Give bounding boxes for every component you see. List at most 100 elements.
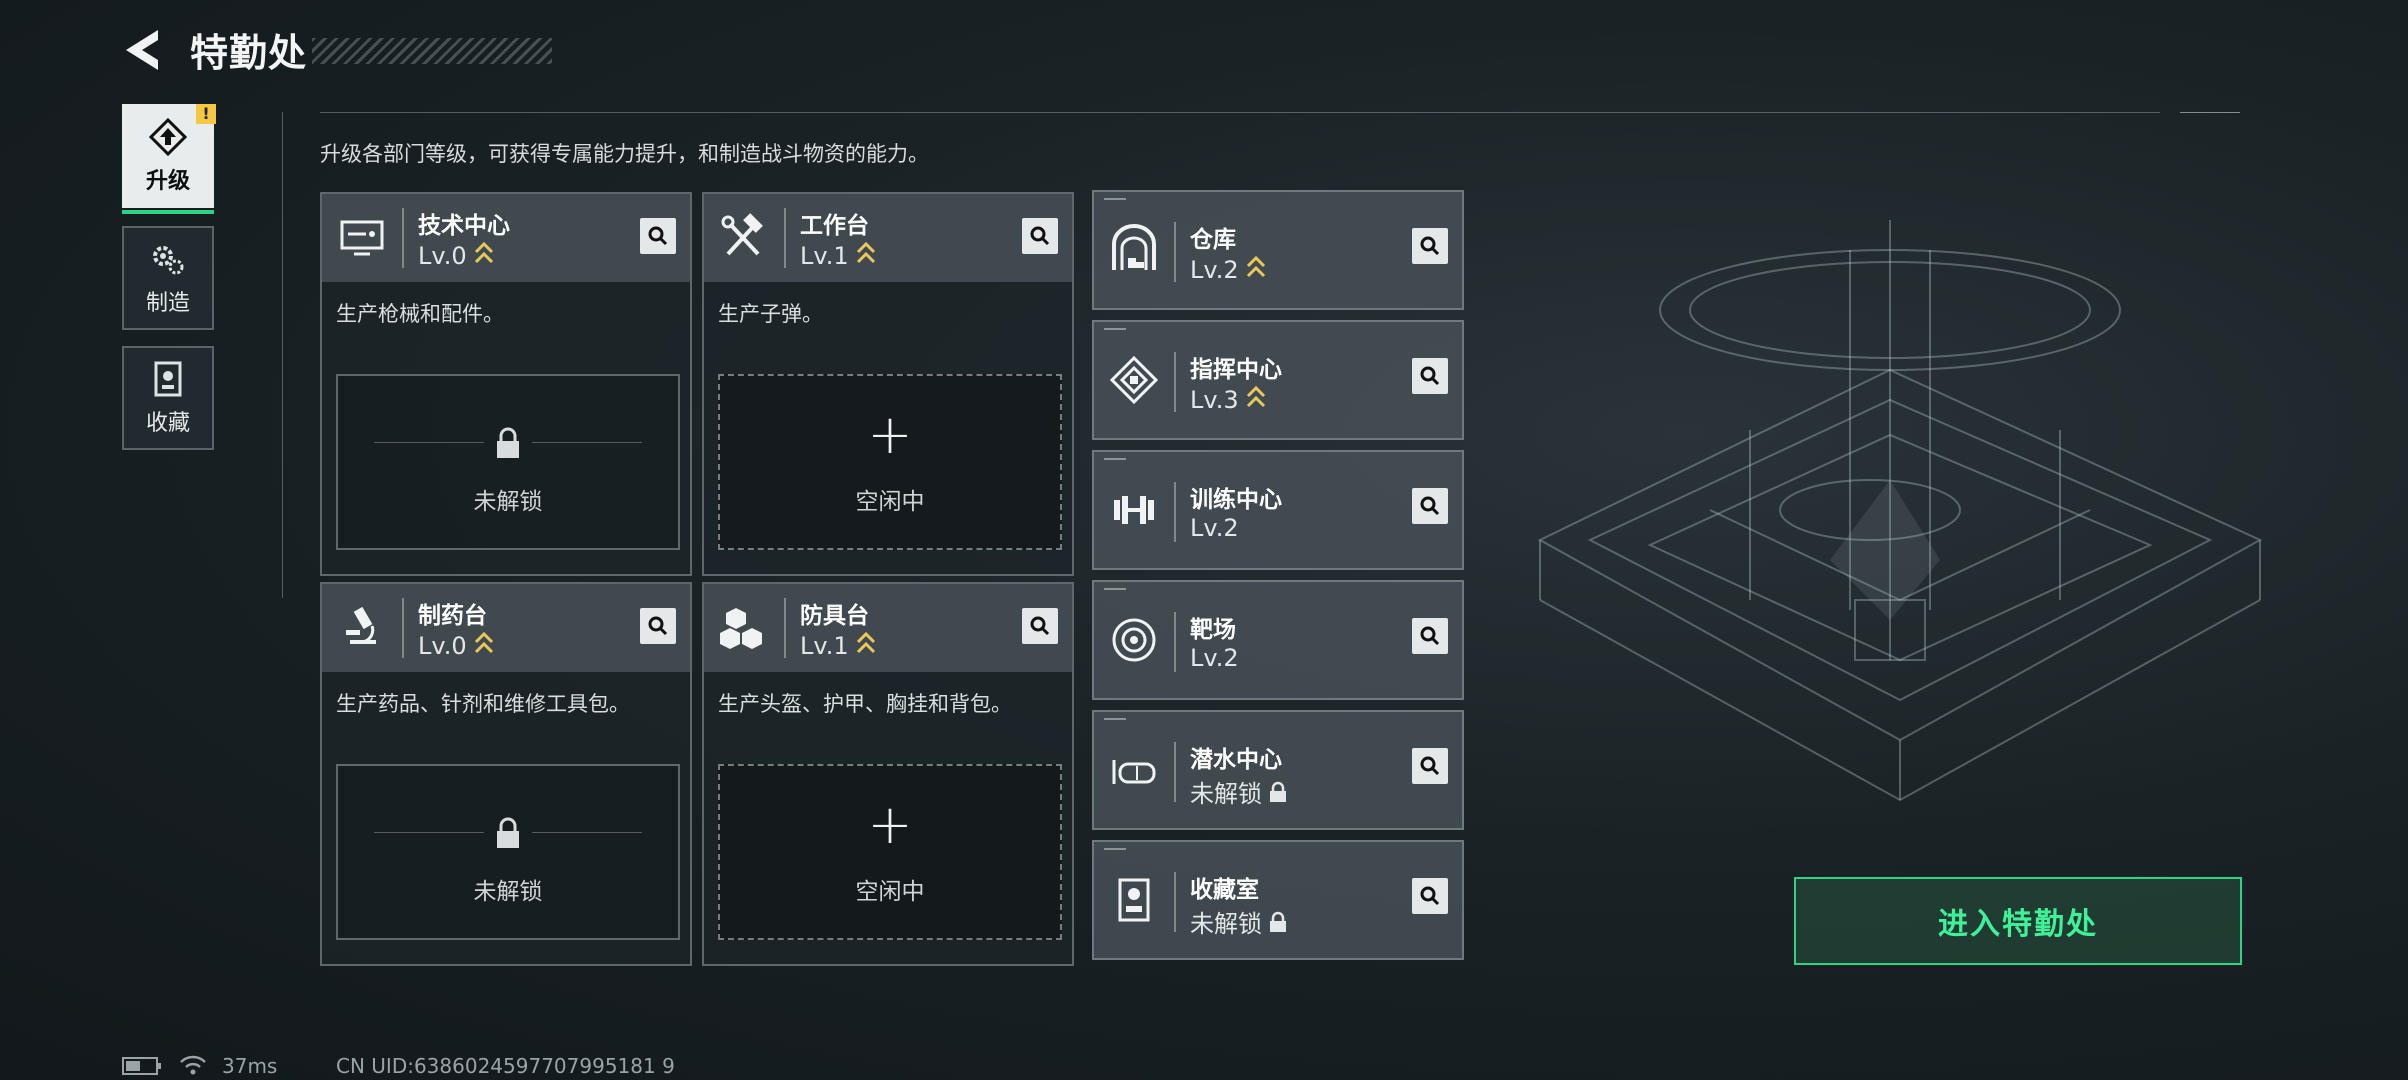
search-icon xyxy=(1420,756,1440,776)
plus-icon: + xyxy=(867,793,913,856)
search-icon xyxy=(1420,886,1440,906)
facility-name: 训练中心 xyxy=(1190,487,1282,513)
search-icon xyxy=(1420,366,1440,386)
top-divider xyxy=(320,112,2160,113)
nav-collection-label: 收藏 xyxy=(145,411,190,436)
facility-level: Lv.2 xyxy=(1190,644,1239,672)
production-slot-idle[interactable]: + 空闲中 xyxy=(718,374,1062,550)
card-workbench[interactable]: 工作台 Lv.1 生产子弹。 + 空闲中 xyxy=(702,192,1074,576)
title-decoration xyxy=(312,38,552,64)
card-level: Lv.1 xyxy=(800,632,849,660)
enter-special-ops-button[interactable]: 进入特勤处 xyxy=(1794,877,2242,965)
page-description: 升级各部门等级，可获得专属能力提升，和制造战斗物资的能力。 xyxy=(320,142,929,166)
level-up-chevron-icon xyxy=(856,241,875,264)
lock-icon xyxy=(497,817,519,848)
card-name: 防具台 xyxy=(800,603,869,629)
inspect-button[interactable] xyxy=(1022,608,1058,644)
level-up-chevron-icon xyxy=(474,631,493,654)
battery-icon xyxy=(122,1057,161,1075)
monitor-icon xyxy=(340,220,384,256)
inspect-button[interactable] xyxy=(1412,488,1448,524)
card-description: 生产药品、针剂和维修工具包。 xyxy=(336,692,630,716)
inspect-button[interactable] xyxy=(1412,748,1448,784)
card-pharmacy[interactable]: 制药台 Lv.0 生产药品、针剂和维修工具包。 未解锁 xyxy=(320,582,692,966)
inspect-button[interactable] xyxy=(1412,228,1448,264)
facility-level: Lv.2 xyxy=(1190,514,1239,542)
inspect-button[interactable] xyxy=(640,608,676,644)
facility-name: 靶场 xyxy=(1190,617,1236,643)
level-up-chevron-icon xyxy=(1246,385,1265,408)
level-up-chevron-icon xyxy=(1246,255,1265,278)
card-level: Lv.1 xyxy=(800,242,849,270)
command-icon xyxy=(1109,355,1159,405)
ping-readout: 37ms xyxy=(222,1054,278,1078)
slot-status: 空闲中 xyxy=(855,489,925,515)
nav-upgrade-label: 升级 xyxy=(145,169,190,194)
slot-status: 空闲中 xyxy=(855,879,925,905)
facility-shooting-range[interactable]: 靶场 Lv.2 xyxy=(1092,580,1464,700)
cubes-icon xyxy=(720,608,762,649)
microscope-icon xyxy=(346,606,376,644)
card-level: Lv.0 xyxy=(418,242,467,270)
facility-level: 未解锁 xyxy=(1190,910,1262,938)
nav-craft-label: 制造 xyxy=(145,291,190,316)
nav-collection[interactable]: 收藏 xyxy=(122,346,214,450)
search-icon xyxy=(1420,236,1440,256)
card-level: Lv.0 xyxy=(418,632,467,660)
diving-mask-icon xyxy=(1112,760,1156,784)
facility-level: Lv.3 xyxy=(1190,386,1239,414)
upgrade-icon xyxy=(148,117,188,157)
inspect-button[interactable] xyxy=(640,218,676,254)
inspect-button[interactable] xyxy=(1022,218,1058,254)
inspect-button[interactable] xyxy=(1412,358,1448,394)
card-name: 工作台 xyxy=(800,213,869,239)
nav-upgrade[interactable]: ! 升级 xyxy=(122,104,216,214)
special-ops-base-model xyxy=(1537,220,2263,802)
level-up-chevron-icon xyxy=(856,631,875,654)
inspect-button[interactable] xyxy=(1412,878,1448,914)
card-description: 生产子弹。 xyxy=(718,302,823,326)
warehouse-icon xyxy=(1112,224,1156,270)
left-divider xyxy=(282,112,283,598)
card-description: 生产头盔、护甲、胸挂和背包。 xyxy=(718,692,1012,716)
card-tech-center[interactable]: 技术中心 Lv.0 生产枪械和配件。 未解锁 xyxy=(320,192,692,576)
facility-level: Lv.2 xyxy=(1190,256,1239,284)
facility-name: 收藏室 xyxy=(1190,877,1259,903)
facility-warehouse[interactable]: 仓库 Lv.2 xyxy=(1092,190,1464,310)
gears-icon xyxy=(153,246,184,275)
nav-craft[interactable]: 制造 xyxy=(122,226,214,330)
facility-name: 指挥中心 xyxy=(1190,357,1282,383)
search-icon xyxy=(648,616,668,636)
back-arrow-icon[interactable] xyxy=(118,24,170,76)
hammer-wrench-icon xyxy=(721,213,763,256)
top-divider-accent xyxy=(2180,112,2240,113)
search-icon xyxy=(1420,496,1440,516)
display-case-icon xyxy=(1118,878,1150,922)
search-icon xyxy=(1030,616,1050,636)
facility-name: 仓库 xyxy=(1190,227,1236,253)
search-icon xyxy=(648,226,668,246)
production-slot-idle[interactable]: + 空闲中 xyxy=(718,764,1062,940)
production-slot-locked: 未解锁 xyxy=(336,374,680,550)
warning-badge: ! xyxy=(196,104,216,124)
card-name: 技术中心 xyxy=(418,213,510,239)
facility-training-center[interactable]: 训练中心 Lv.2 xyxy=(1092,450,1464,570)
facility-collection-room[interactable]: 收藏室 未解锁 xyxy=(1092,840,1464,960)
search-icon xyxy=(1030,226,1050,246)
page-title: 特勤处 xyxy=(190,31,308,75)
facility-name: 潜水中心 xyxy=(1190,747,1282,773)
dumbbell-icon xyxy=(1114,496,1154,524)
card-armor-bench[interactable]: 防具台 Lv.1 生产头盔、护甲、胸挂和背包。 + 空闲中 xyxy=(702,582,1074,966)
user-uid: CN UID:6386024597707995181 9 xyxy=(336,1054,675,1078)
lock-icon xyxy=(1270,781,1286,802)
slot-status: 未解锁 xyxy=(473,879,543,905)
facility-command-center[interactable]: 指挥中心 Lv.3 xyxy=(1092,320,1464,440)
plus-icon: + xyxy=(867,403,913,466)
lock-icon xyxy=(1270,911,1286,932)
facility-diving-center[interactable]: 潜水中心 未解锁 xyxy=(1092,710,1464,830)
inspect-button[interactable] xyxy=(1412,618,1448,654)
target-icon xyxy=(1112,618,1156,662)
production-slot-locked: 未解锁 xyxy=(336,764,680,940)
slot-status: 未解锁 xyxy=(473,489,543,515)
level-up-chevron-icon xyxy=(474,241,493,264)
